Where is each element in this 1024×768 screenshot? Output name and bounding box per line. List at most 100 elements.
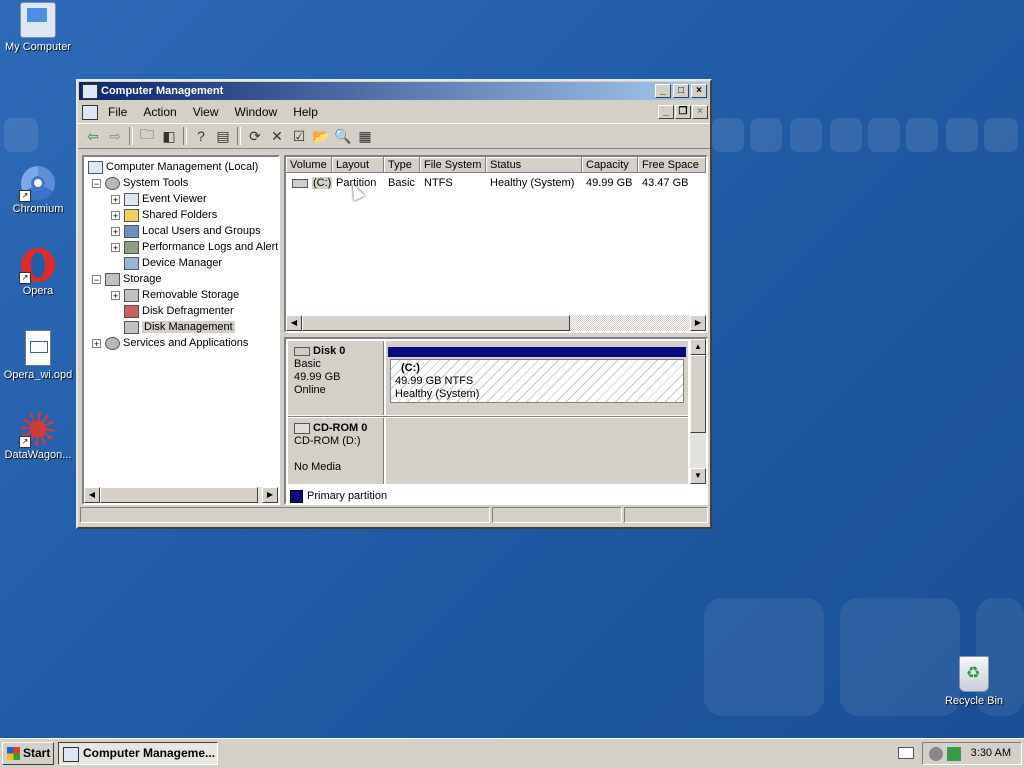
desktop-icon-datawagon[interactable]: ↗ DataWagon... [0,412,78,461]
tree-horizontal-scrollbar[interactable]: ◀ ▶ [84,487,278,503]
disk-graphical-view[interactable]: Disk 0 Basic 49.99 GB Online (C:) 49.99 … [284,337,708,505]
tree-item-performance-logs[interactable]: + Performance Logs and Alerts [111,239,278,255]
desktop-icon-opera[interactable]: ↗ Opera [0,248,78,297]
removable-storage-icon [124,288,139,302]
properties-sheet-icon[interactable]: ☑ [288,126,310,146]
volume-list[interactable]: Volume Layout Type File System Status Ca… [284,155,708,333]
tree-item-disk-management[interactable]: Disk Management [124,319,235,335]
desktop-icon-label: My Computer [4,41,72,53]
forward-icon[interactable]: ⇨ [104,126,126,146]
expand-toggle[interactable]: + [111,242,120,252]
column-header-capacity[interactable]: Capacity [582,157,638,173]
partition-c[interactable]: (C:) 49.99 GB NTFS Healthy (System) [390,359,684,403]
menu-action[interactable]: Action [135,101,184,123]
disk-0-partitions: (C:) 49.99 GB NTFS Healthy (System) [386,341,688,415]
collapse-toggle[interactable]: − [92,274,101,284]
tree-item-local-users-and-groups[interactable]: + Local Users and Groups [111,223,261,239]
desktop-decoration [790,118,822,152]
child-close-button[interactable]: × [692,105,708,119]
maximize-button[interactable]: □ [673,84,689,98]
window-titlebar[interactable]: Computer Management _ □ × [79,82,709,100]
scroll-thumb[interactable] [302,315,570,331]
minimize-button[interactable]: _ [655,84,671,98]
partition-detail: 49.99 GB NTFS [395,375,474,387]
scroll-left-icon[interactable]: ◀ [286,315,302,331]
update-icon[interactable] [947,747,961,761]
scroll-down-icon[interactable]: ▼ [690,468,706,484]
legend: Primary partition [286,487,387,505]
system-tray: 3:30 AM [922,742,1022,765]
tree-item-disk-defragmenter[interactable]: Disk Defragmenter [124,303,234,319]
collapse-toggle[interactable]: − [92,178,101,188]
scroll-right-icon[interactable]: ▶ [690,315,706,331]
toolbar-separator [183,127,187,145]
desktop-icon-chromium[interactable]: ↗ Chromium [0,166,78,215]
desktop-icon-recycle-bin[interactable]: Recycle Bin [934,656,1014,707]
help-icon[interactable]: ? [190,126,212,146]
column-header-free-space[interactable]: Free Space [638,157,706,173]
menu-view[interactable]: View [185,101,227,123]
tree-item-shared-folders[interactable]: + Shared Folders [111,207,217,223]
expand-toggle[interactable]: + [111,194,120,204]
column-header-layout[interactable]: Layout [332,157,384,173]
back-icon[interactable]: ⇦ [82,126,104,146]
close-button[interactable]: × [691,84,707,98]
tree-item-removable-storage[interactable]: + Removable Storage [111,287,239,303]
menu-help[interactable]: Help [285,101,326,123]
scroll-left-icon[interactable]: ◀ [84,487,100,503]
refresh-icon[interactable]: ⟳ [244,126,266,146]
expand-toggle[interactable]: + [92,338,101,348]
open-folder-icon[interactable]: 📂 [310,126,332,146]
volume-horizontal-scrollbar[interactable]: ◀ ▶ [286,315,706,331]
desktop-icon-my-computer[interactable]: My Computer [0,2,78,53]
scroll-up-icon[interactable]: ▲ [690,339,706,355]
properties-icon[interactable]: ▤ [212,126,234,146]
services-icon [105,336,120,350]
event-viewer-icon [124,192,139,206]
network-icon[interactable] [929,747,943,761]
tree-item-computer-management[interactable]: Computer Management (Local) [88,159,258,175]
desktop-decoration [868,118,900,152]
expand-toggle[interactable]: + [111,290,120,300]
cdrom-0-label[interactable]: CD-ROM 0 CD-ROM (D:) No Media [288,418,384,484]
tree-item-event-viewer[interactable]: + Event Viewer [111,191,207,207]
tree-item-storage[interactable]: − Storage [92,271,162,287]
child-minimize-button[interactable]: _ [658,105,674,119]
expand-toggle[interactable]: + [111,210,120,220]
capacity-cell: 49.99 GB [586,177,633,189]
clock[interactable]: 3:30 AM [971,743,1011,764]
scroll-right-icon[interactable]: ▶ [262,487,278,503]
tree-item-system-tools[interactable]: − System Tools [92,175,188,191]
up-folder-icon[interactable]: 🗀 [136,126,158,146]
keyboard-icon[interactable] [898,747,914,759]
desktop-icon-opera-wi-opd[interactable]: Opera_wi.opd [0,330,78,381]
disk-vertical-scrollbar[interactable]: ▲ ▼ [690,339,706,484]
users-icon [124,224,139,238]
disk-0-label[interactable]: Disk 0 Basic 49.99 GB Online [288,341,384,415]
show-hide-tree-icon[interactable]: ◧ [158,126,180,146]
column-header-volume[interactable]: Volume [286,157,332,173]
delete-icon[interactable]: ✕ [266,126,288,146]
column-header-type[interactable]: Type [384,157,420,173]
scroll-thumb[interactable] [100,487,258,503]
scroll-thumb[interactable] [690,355,706,433]
computer-management-window[interactable]: Computer Management _ □ × File Action Vi… [76,79,712,529]
tree-item-device-manager[interactable]: Device Manager [124,255,222,271]
column-header-status[interactable]: Status [486,157,582,173]
column-header-file-system[interactable]: File System [420,157,486,173]
tree-item-services-and-applications[interactable]: + Services and Applications [92,335,248,351]
menu-file[interactable]: File [100,101,135,123]
menu-window[interactable]: Window [227,101,286,123]
start-button[interactable]: Start [2,742,54,765]
taskbar: Start Computer Manageme... 3:30 AM [0,738,1024,768]
child-restore-button[interactable]: ❐ [675,105,691,119]
desktop-decoration [750,118,782,152]
expand-toggle[interactable]: + [111,226,120,236]
mdi-child-icon[interactable] [82,105,98,120]
disk-settings-icon[interactable]: ▦ [354,126,376,146]
search-icon[interactable]: 🔍 [332,126,354,146]
tree-item-label: Services and Applications [123,337,249,349]
desktop-decoration [4,118,38,152]
taskbar-button-computer-management[interactable]: Computer Manageme... [58,742,218,765]
console-tree[interactable]: Computer Management (Local) − System Tool… [82,155,280,505]
